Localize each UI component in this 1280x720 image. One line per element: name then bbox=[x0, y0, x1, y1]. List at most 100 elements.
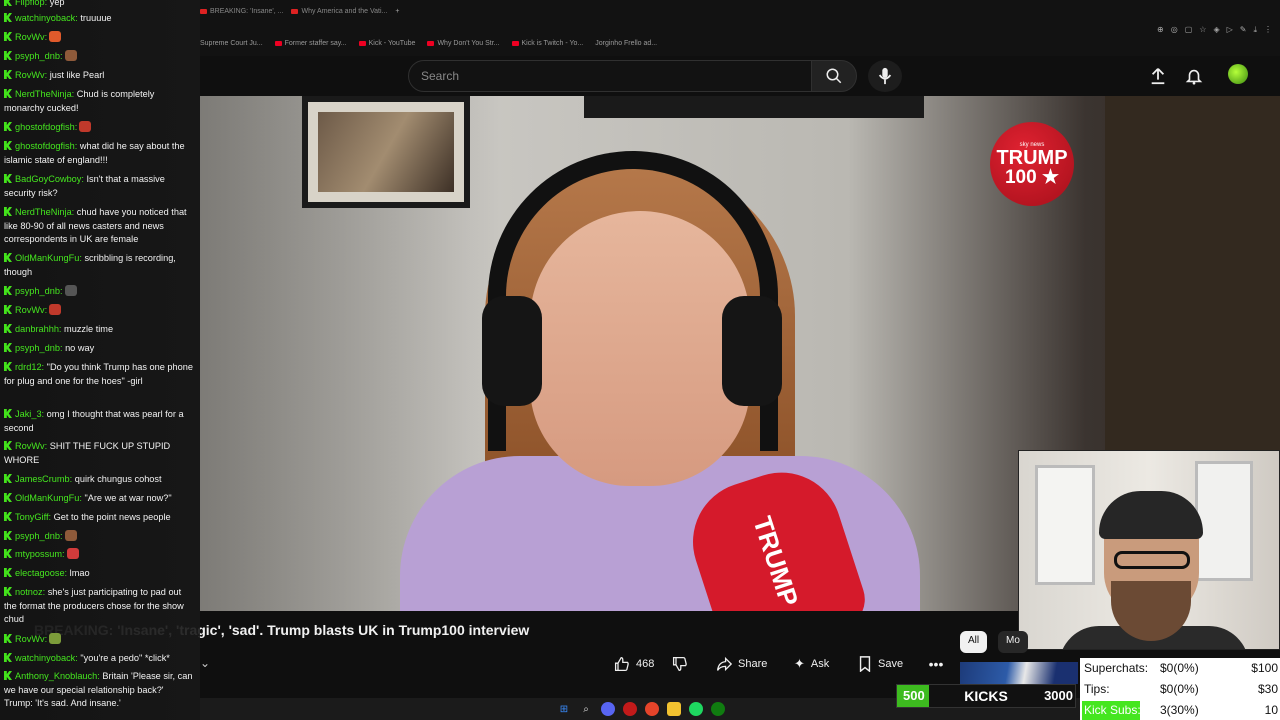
kick-badge-icon bbox=[4, 409, 12, 418]
chat-username[interactable]: ghostofdogfish: bbox=[15, 122, 77, 132]
search-button[interactable] bbox=[811, 60, 857, 92]
extension-icon[interactable]: ◈ bbox=[1213, 25, 1219, 35]
kick-badge-icon bbox=[4, 568, 12, 577]
chat-message: rdrd12: "Do you think Trump has one phon… bbox=[4, 361, 194, 388]
chat-username[interactable]: RovWv: bbox=[15, 634, 47, 644]
chat-username[interactable]: Anthony_Knoblauch: bbox=[15, 671, 100, 681]
chat-text: Get to the point news people bbox=[51, 512, 171, 522]
chat-username[interactable]: electagoose: bbox=[15, 568, 67, 578]
extension-icon[interactable]: ◎ bbox=[1171, 25, 1178, 35]
chat-username[interactable]: mtypossum: bbox=[15, 549, 65, 559]
bookmark[interactable]: Supreme Court Ju... bbox=[200, 40, 263, 47]
chat-username[interactable]: Flipflop: bbox=[15, 0, 47, 7]
more-actions-button[interactable]: ••• bbox=[924, 652, 948, 676]
chat-text: muzzle time bbox=[61, 324, 114, 334]
kick-badge-icon bbox=[4, 324, 12, 333]
chat-username[interactable]: BadGoyCowboy: bbox=[15, 174, 84, 184]
chat-message: RovWv: just like Pearl bbox=[4, 69, 194, 83]
share-button[interactable]: Share bbox=[716, 652, 767, 676]
windows-start-icon[interactable]: ⊞ bbox=[557, 702, 571, 716]
folder-icon[interactable] bbox=[667, 702, 681, 716]
thumbs-up-icon bbox=[614, 656, 629, 672]
kick-badge-icon bbox=[4, 441, 12, 450]
ask-button[interactable]: ✦ Ask bbox=[794, 652, 829, 676]
chat-username[interactable]: RovWv: bbox=[15, 32, 47, 42]
chat-text: yep bbox=[47, 0, 65, 7]
chat-username[interactable]: notnoz: bbox=[15, 587, 45, 597]
kick-badge-icon bbox=[4, 531, 12, 540]
youtube-icon bbox=[358, 41, 366, 46]
extension-icon[interactable]: ✎ bbox=[1240, 25, 1247, 35]
chat-username[interactable]: RovWv: bbox=[15, 441, 47, 451]
bookmark[interactable]: Former staffer say... bbox=[274, 40, 347, 47]
dislike-button[interactable] bbox=[672, 652, 696, 676]
chat-message: Anthony_Knoblauch: Britain 'Please sir, … bbox=[4, 670, 194, 711]
chat-message: OldManKungFu: scribbling is recording, t… bbox=[4, 252, 194, 279]
chat-message: electagoose: lmao bbox=[4, 567, 194, 581]
obs-icon[interactable] bbox=[623, 702, 637, 716]
extension-icon[interactable]: ▢ bbox=[1185, 25, 1193, 35]
kick-badge-icon bbox=[4, 305, 12, 314]
bookmark[interactable]: Jorginho Frello ad... bbox=[595, 40, 657, 47]
chat-username[interactable]: NerdTheNinja: bbox=[15, 207, 74, 217]
chat-username[interactable]: rdrd12: bbox=[15, 362, 44, 372]
bookmark[interactable]: Kick is Twitch - Yo... bbox=[511, 40, 583, 47]
chat-username[interactable]: RovWv: bbox=[15, 70, 47, 80]
bookmark[interactable]: Kick - YouTube bbox=[358, 40, 415, 47]
menu-icon[interactable]: ⋮ bbox=[1264, 25, 1272, 35]
chat-username[interactable]: ghostofdogfish: bbox=[15, 141, 77, 151]
chat-message: psyph_dnb: bbox=[4, 285, 194, 299]
kick-badge-icon bbox=[4, 549, 12, 558]
chat-username[interactable]: OldManKungFu: bbox=[15, 253, 82, 263]
kick-badge-icon bbox=[4, 587, 12, 596]
save-button[interactable]: Save bbox=[858, 652, 903, 676]
chat-username[interactable]: psyph_dnb: bbox=[15, 343, 63, 353]
chat-message: BadGoyCowboy: Isn't that a massive secur… bbox=[4, 173, 194, 200]
chat-username[interactable]: Jaki_3: bbox=[15, 409, 44, 419]
background-frame bbox=[584, 96, 924, 118]
chrome-icon[interactable] bbox=[645, 702, 659, 716]
chat-message: TonyGiff: Get to the point news people bbox=[4, 511, 194, 525]
chat-text: "Are we at war now?" bbox=[81, 493, 172, 503]
voice-search-button[interactable] bbox=[868, 60, 902, 92]
bell-icon[interactable] bbox=[1182, 64, 1206, 88]
chat-username[interactable]: watchinyoback: bbox=[15, 13, 78, 23]
filter-chip[interactable]: Mo bbox=[998, 631, 1028, 653]
chat-username[interactable]: psyph_dnb: bbox=[15, 286, 63, 296]
chat-username[interactable]: TonyGiff: bbox=[15, 512, 51, 522]
download-icon[interactable]: ⤓ bbox=[1253, 25, 1257, 35]
new-tab-button[interactable]: + bbox=[395, 4, 399, 18]
chat-message: RovWv: bbox=[4, 31, 194, 45]
zoom-icon[interactable]: ⊕ bbox=[1157, 25, 1164, 35]
search-icon[interactable]: ⌕ bbox=[579, 702, 593, 716]
chat-username[interactable]: NerdTheNinja: bbox=[15, 89, 74, 99]
bookmark-star-icon[interactable]: ☆ bbox=[1199, 25, 1206, 35]
emote-icon bbox=[79, 121, 92, 132]
browser-tab[interactable]: Why America and the Vati... bbox=[291, 4, 387, 18]
upload-icon[interactable] bbox=[1146, 64, 1170, 88]
chevron-down-icon[interactable]: ⌄ bbox=[200, 656, 210, 670]
emote-icon bbox=[64, 285, 77, 296]
kick-badge-icon bbox=[4, 362, 12, 371]
kick-badge-icon bbox=[4, 634, 12, 643]
xbox-icon[interactable] bbox=[711, 702, 725, 716]
chat-text: "you're a pedo" *click* bbox=[77, 653, 170, 663]
filter-chip-all[interactable]: All bbox=[960, 631, 988, 653]
chat-username[interactable]: psyph_dnb: bbox=[15, 531, 63, 541]
bookmark[interactable]: Why Don't You Str... bbox=[427, 40, 500, 47]
chat-message: RovWv: SHIT THE FUCK UP STUPID WHORE bbox=[4, 440, 194, 467]
chat-username[interactable]: watchinyoback: bbox=[15, 653, 78, 663]
chat-username[interactable]: JamesCrumb: bbox=[15, 474, 72, 484]
chat-username[interactable]: psyph_dnb: bbox=[15, 51, 63, 61]
chat-username[interactable]: OldManKungFu: bbox=[15, 493, 82, 503]
search-input[interactable]: Search bbox=[408, 60, 812, 92]
kick-badge-icon bbox=[4, 343, 12, 352]
browser-tab[interactable]: BREAKING: 'Insane', ... bbox=[200, 4, 283, 18]
chat-username[interactable]: danbrahhh: bbox=[15, 324, 62, 334]
chat-username[interactable]: RovWv: bbox=[15, 305, 47, 315]
chat-message: RovWv: bbox=[4, 633, 194, 647]
spotify-icon[interactable] bbox=[689, 702, 703, 716]
avatar[interactable] bbox=[1228, 64, 1248, 84]
extension-icon[interactable]: ▷ bbox=[1227, 25, 1233, 35]
discord-icon[interactable] bbox=[601, 702, 615, 716]
